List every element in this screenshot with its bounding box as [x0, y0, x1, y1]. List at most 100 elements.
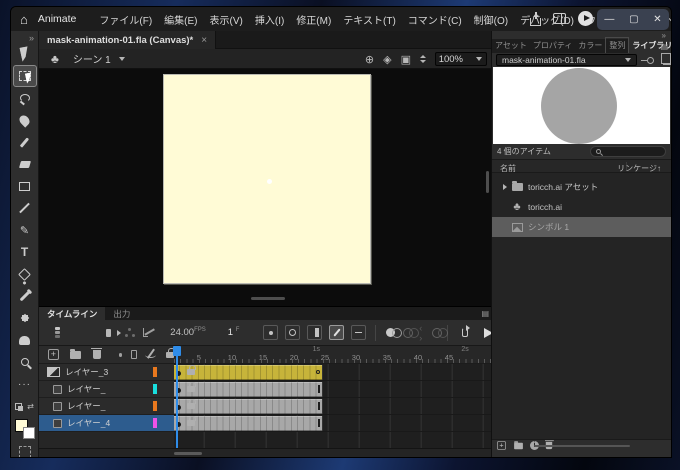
frame-ruler[interactable]: 510152025303540451s2s: [174, 346, 493, 364]
library-item[interactable]: シンボル 1: [492, 217, 671, 237]
library-item[interactable]: toricch.ai アセット: [492, 177, 671, 197]
stage-canvas[interactable]: [163, 74, 371, 284]
layer-frame-row[interactable]: [174, 381, 493, 398]
menu-item[interactable]: テキスト(T): [338, 9, 400, 30]
layers-view-icon[interactable]: [55, 327, 60, 330]
pin-library-icon[interactable]: [647, 57, 654, 64]
lasso-tool[interactable]: [13, 87, 37, 109]
span-end-marker[interactable]: [318, 419, 321, 427]
menu-item[interactable]: 修正(M): [291, 9, 336, 30]
document-tab[interactable]: mask-animation-01.fla (Canvas)* ×: [39, 31, 216, 49]
current-frame-control[interactable]: 1 F: [228, 327, 240, 338]
home-icon[interactable]: ⌂: [20, 12, 28, 27]
close-button[interactable]: ✕: [653, 15, 661, 25]
minimize-button[interactable]: —: [604, 15, 614, 25]
layer-name[interactable]: レイヤー_4: [67, 417, 111, 429]
layer-outline-swatch[interactable]: [153, 418, 157, 428]
layer-row[interactable]: レイヤー_: [39, 398, 174, 415]
library-item[interactable]: ♣toricch.ai: [492, 197, 671, 217]
hide-all-layers-icon[interactable]: [145, 352, 156, 358]
menu-item[interactable]: コマンド(C): [403, 9, 467, 30]
share-icon[interactable]: [530, 18, 541, 26]
lock-icon[interactable]: [187, 369, 195, 375]
new-folder-button[interactable]: [70, 351, 81, 359]
stage-edit-icon[interactable]: ♣: [51, 52, 59, 66]
outline-column-icon[interactable]: [131, 350, 137, 359]
camera-icon[interactable]: [106, 329, 111, 337]
layer-frame-row[interactable]: [174, 415, 493, 432]
layer-name[interactable]: レイヤー_3: [65, 366, 109, 378]
layer-name[interactable]: レイヤー_: [67, 400, 111, 412]
panel-tab[interactable]: アセット: [492, 38, 530, 53]
workspace-icon[interactable]: [553, 13, 566, 24]
menu-item[interactable]: 制御(O): [469, 9, 513, 30]
scene-chevron-icon[interactable]: [119, 57, 125, 61]
library-scrollbar-thumb[interactable]: [534, 445, 630, 447]
lock-icon[interactable]: [187, 403, 195, 409]
new-library-panel-icon[interactable]: [663, 56, 671, 65]
span-end-marker[interactable]: [318, 385, 321, 393]
tab-close-icon[interactable]: ×: [201, 35, 207, 46]
frame-span[interactable]: [174, 365, 323, 380]
timeline-horizontal-scrollbar[interactable]: [39, 448, 493, 457]
pen-tool[interactable]: ✎: [13, 219, 37, 241]
layer-outline-swatch[interactable]: [153, 401, 157, 411]
new-folder-button[interactable]: [514, 442, 523, 448]
default-colors-icon[interactable]: [15, 403, 22, 410]
onion-range-button[interactable]: [432, 328, 439, 338]
fps-control[interactable]: 24.00FPS: [170, 327, 205, 338]
disclosure-icon[interactable]: [500, 184, 510, 190]
asset-warp-tool[interactable]: [13, 307, 37, 329]
rotate-stage-icon[interactable]: ◈: [383, 53, 391, 66]
layer-outline-swatch[interactable]: [153, 384, 157, 394]
layer-row[interactable]: レイヤー_: [39, 381, 174, 398]
frame-span[interactable]: [174, 416, 323, 431]
menu-item[interactable]: ファイル(F): [94, 9, 157, 30]
eyedropper-tool[interactable]: [13, 285, 37, 307]
clip-content-icon[interactable]: ▣: [401, 53, 411, 66]
layer-row[interactable]: レイヤー_4: [39, 415, 174, 432]
highlight-column-icon[interactable]: [119, 353, 123, 357]
graph-editor-icon[interactable]: [143, 328, 148, 337]
layer-frame-row[interactable]: [174, 398, 493, 415]
remove-frame-button[interactable]: [351, 325, 366, 340]
hand-tool[interactable]: [13, 329, 37, 351]
lock-icon[interactable]: [187, 386, 195, 392]
zoom-tool[interactable]: [13, 351, 37, 373]
layer-name[interactable]: レイヤー_: [67, 383, 111, 395]
text-tool[interactable]: T: [13, 241, 37, 263]
delete-layer-button[interactable]: [93, 350, 101, 359]
library-document-select[interactable]: mask-animation-01.fla: [496, 54, 637, 66]
classic-brush-tool[interactable]: [13, 131, 37, 153]
panel-menu-icon[interactable]: ▤: [660, 42, 668, 51]
stage-area[interactable]: [39, 69, 493, 306]
new-symbol-button[interactable]: +: [497, 441, 506, 450]
rectangle-tool[interactable]: [13, 175, 37, 197]
menu-item[interactable]: 編集(E): [159, 9, 202, 30]
scene-breadcrumb[interactable]: シーン 1: [73, 51, 111, 66]
panel-tab[interactable]: カラー: [575, 38, 605, 53]
lock-icon[interactable]: [187, 420, 195, 426]
center-stage-icon[interactable]: ⊕: [365, 53, 374, 66]
object-drawing-toggle[interactable]: [13, 441, 37, 458]
layer-parenting-icon[interactable]: [125, 328, 129, 337]
fluid-brush-tool[interactable]: [13, 109, 37, 131]
frame-span[interactable]: [174, 399, 323, 414]
collapse-panel-icon[interactable]: »: [29, 33, 34, 43]
stage-vertical-scrollbar[interactable]: [486, 69, 490, 298]
timeline-panel-menu-icon[interactable]: ▤: [481, 309, 489, 318]
menu-item[interactable]: 表示(V): [205, 9, 248, 30]
layer-frame-row[interactable]: [174, 364, 493, 381]
maximize-button[interactable]: ▢: [629, 15, 638, 25]
zoom-stepper[interactable]: [420, 55, 426, 63]
selection-tool[interactable]: [13, 43, 37, 65]
tab-timeline[interactable]: タイムライン: [39, 307, 105, 320]
quick-share-play-icon[interactable]: [578, 11, 593, 26]
line-tool[interactable]: [13, 197, 37, 219]
stroke-color-swatch[interactable]: [23, 427, 35, 439]
onion-skin-outline-button[interactable]: [403, 328, 410, 338]
paint-bucket-tool[interactable]: [13, 263, 37, 285]
scrollbar-thumb[interactable]: [251, 297, 285, 300]
stage-horizontal-scrollbar[interactable]: [39, 297, 485, 301]
edit-multiple-frames-icon[interactable]: ‹ ›: [419, 323, 421, 343]
